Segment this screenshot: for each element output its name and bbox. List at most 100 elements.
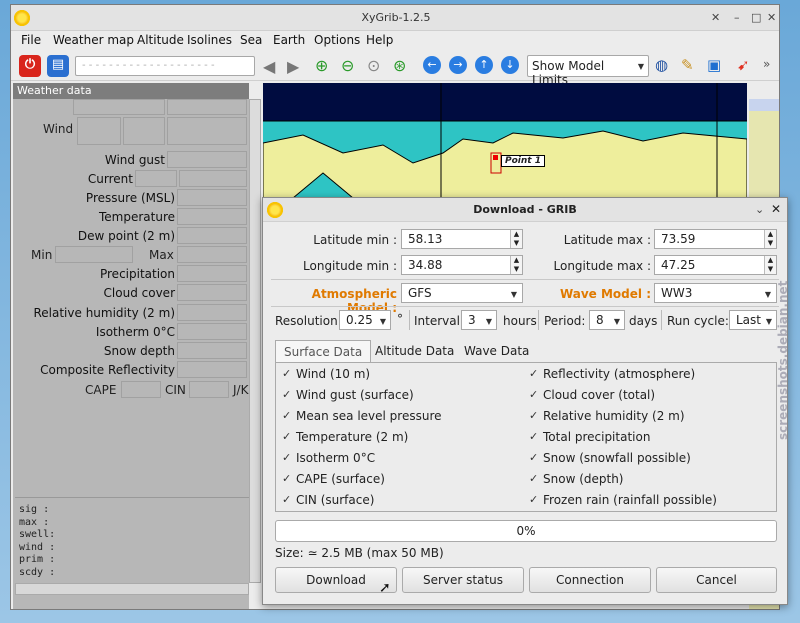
check-cloud-cover[interactable]: ✓ Cloud cover (total) <box>529 388 655 402</box>
check-wind[interactable]: ✓ Wind (10 m) <box>282 367 370 381</box>
dialog-minimize-icon[interactable]: ⌄ <box>755 203 764 216</box>
weather-data-panel: Weather data Wind Wind gust Current Pres… <box>13 83 249 609</box>
move-left-icon[interactable]: ← <box>423 56 441 74</box>
lat-max-spinbox[interactable]: 73.59 ▲ ▼ <box>654 229 777 249</box>
wind-gust-label: Wind gust <box>104 153 165 167</box>
zoom-area-icon[interactable]: ⊙ <box>367 56 380 75</box>
spin-arrows-icon[interactable]: ▲ ▼ <box>510 230 522 248</box>
point-marker <box>493 155 498 160</box>
menu-sea[interactable]: Sea <box>240 33 262 47</box>
model-limits-select[interactable]: Show Model Limits ▼ <box>527 55 649 87</box>
check-snow-depth[interactable]: ✓ Snow (depth) <box>529 472 623 486</box>
spin-arrows-icon[interactable]: ▲ ▼ <box>764 256 776 274</box>
dialog-title-bar: Download - GRIB ⌄ ✕ <box>263 198 787 222</box>
menu-file[interactable]: File <box>21 33 41 47</box>
check-snowfall[interactable]: ✓ Snow (snowfall possible) <box>529 451 691 465</box>
pressure-label: Pressure (MSL) <box>85 191 175 205</box>
toolbar: ⏻ ▤ - - - - - - - - - - - - - - - - - - … <box>11 51 779 87</box>
check-wind-gust-label: Wind gust (surface) <box>296 388 414 402</box>
weather-map[interactable]: Point 1 <box>263 83 747 198</box>
quit-icon[interactable]: ⏻ <box>19 55 41 77</box>
check-isotherm[interactable]: ✓ Isotherm 0°C <box>282 451 375 465</box>
cell <box>177 323 247 340</box>
menu-options[interactable]: Options <box>314 33 360 47</box>
window-title: XyGrib-1.2.5 <box>361 11 431 24</box>
move-right-icon[interactable]: → <box>449 56 467 74</box>
server-status-button[interactable]: Server status <box>402 567 524 593</box>
move-up-icon[interactable]: ↑ <box>475 56 493 74</box>
lat-max-value: 73.59 <box>661 232 696 246</box>
check-temperature[interactable]: ✓ Temperature (2 m) <box>282 430 408 444</box>
check-precipitation[interactable]: ✓ Total precipitation <box>529 430 650 444</box>
check-rel-humidity-label: Relative humidity (2 m) <box>543 409 685 423</box>
tab-wave-data[interactable]: Wave Data <box>456 340 537 362</box>
wave-model-select[interactable]: WW3 ▼ <box>654 283 777 303</box>
menu-isolines[interactable]: Isolines <box>187 33 232 47</box>
lon-min-value: 34.88 <box>408 258 443 272</box>
check-frozen-rain[interactable]: ✓ Frozen rain (rainfall possible) <box>529 493 717 507</box>
check-mslp[interactable]: ✓ Mean sea level pressure <box>282 409 442 423</box>
vertical-scrollbar[interactable] <box>249 99 261 583</box>
connection-button[interactable]: Connection <box>529 567 651 593</box>
lon-max-value: 47.25 <box>661 258 696 272</box>
file-history-combo[interactable]: - - - - - - - - - - - - - - - - - - - - <box>75 56 255 76</box>
lon-max-spinbox[interactable]: 47.25 ▲ ▼ <box>654 255 777 275</box>
menu-help[interactable]: Help <box>366 33 393 47</box>
lat-min-spinbox[interactable]: 58.13 ▲ ▼ <box>401 229 523 249</box>
check-mslp-label: Mean sea level pressure <box>296 409 442 423</box>
check-cin[interactable]: ✓ CIN (surface) <box>282 493 374 507</box>
title-bar: XyGrib-1.2.5 ✕ – □ ✕ <box>11 5 779 31</box>
menu-bar: File Weather map Altitude Isolines Sea E… <box>11 31 779 51</box>
zoom-in-icon[interactable]: ⊕ <box>315 56 328 75</box>
globe-icon[interactable]: ◍ <box>655 56 668 74</box>
zoom-out-icon[interactable]: ⊖ <box>341 56 354 75</box>
checkmark-icon: ✓ <box>282 367 292 380</box>
map-canvas <box>263 83 747 198</box>
chevron-down-icon: ▼ <box>379 317 386 326</box>
resolution-select[interactable]: 0.25 ▼ <box>339 310 391 330</box>
next-icon[interactable]: ▶ <box>287 57 299 76</box>
cell <box>177 189 247 206</box>
spin-arrows-icon[interactable]: ▲ ▼ <box>510 256 522 274</box>
check-cape[interactable]: ✓ CAPE (surface) <box>282 472 385 486</box>
tab-altitude-data[interactable]: Altitude Data <box>367 340 462 362</box>
atm-model-select[interactable]: GFS ▼ <box>401 283 523 303</box>
cancel-button[interactable]: Cancel <box>656 567 777 593</box>
menu-altitude[interactable]: Altitude <box>137 33 184 47</box>
zoom-fit-icon[interactable]: ⊛ <box>393 56 406 75</box>
lon-min-spinbox[interactable]: 34.88 ▲ ▼ <box>401 255 523 275</box>
download-grib-icon[interactable]: ▣ <box>707 56 721 74</box>
check-wind-gust[interactable]: ✓ Wind gust (surface) <box>282 388 414 402</box>
mouse-cursor-icon: ➚ <box>379 580 391 596</box>
spin-arrows-icon[interactable]: ▲ ▼ <box>764 230 776 248</box>
cell <box>55 246 133 263</box>
separator <box>661 310 662 330</box>
checkmark-icon: ✓ <box>282 388 292 401</box>
open-folder-icon[interactable]: ▤ <box>47 55 69 77</box>
check-reflectivity[interactable]: ✓ Reflectivity (atmosphere) <box>529 367 695 381</box>
interval-select[interactable]: 3 ▼ <box>461 310 497 330</box>
run-cycle-select[interactable]: Last ▼ <box>729 310 777 330</box>
prev-icon[interactable]: ◀ <box>263 57 275 76</box>
check-rel-humidity[interactable]: ✓ Relative humidity (2 m) <box>529 409 685 423</box>
help-icon[interactable]: ✕ <box>711 11 720 24</box>
dialog-title: Download - GRIB <box>473 203 577 216</box>
period-select[interactable]: 8 ▼ <box>589 310 625 330</box>
menu-weather-map[interactable]: Weather map <box>53 33 134 47</box>
menu-earth[interactable]: Earth <box>273 33 305 47</box>
cell <box>121 381 161 398</box>
move-down-icon[interactable]: ↓ <box>501 56 519 74</box>
pin-icon[interactable]: ✎ <box>681 56 694 74</box>
tab-surface-data[interactable]: Surface Data <box>275 340 372 362</box>
maximize-icon[interactable]: □ <box>751 11 761 24</box>
separator <box>538 310 539 330</box>
checkmark-icon: ✓ <box>529 388 539 401</box>
current-label: Current <box>87 172 133 186</box>
close-icon[interactable]: ✕ <box>767 11 776 24</box>
wave-model-label: Wave Model : <box>559 287 651 301</box>
horizontal-scrollbar[interactable] <box>15 583 249 595</box>
rocket-icon[interactable]: ➹ <box>737 56 750 74</box>
checkmark-icon: ✓ <box>529 493 539 506</box>
minimize-icon[interactable]: – <box>734 11 740 24</box>
toolbar-overflow-icon[interactable]: » <box>763 57 770 71</box>
